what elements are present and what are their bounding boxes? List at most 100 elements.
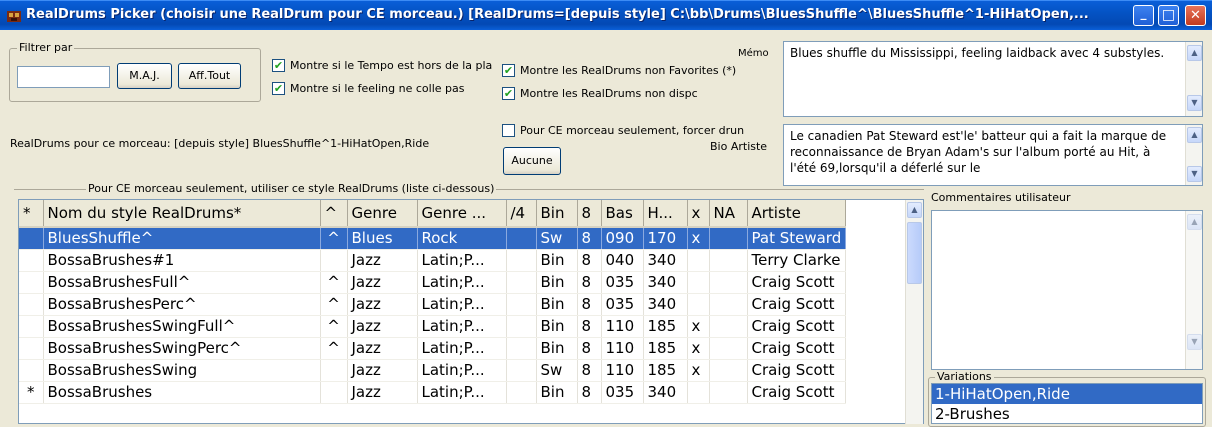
bio-scroll-up-icon[interactable]: ▲ [1187,127,1202,143]
grid-scroll-up-icon[interactable]: ▲ [907,202,922,218]
non-dispo-checkbox[interactable]: ✔ [502,87,515,100]
table-row[interactable]: BossaBrushes#1 Jazz Latin;P... Bin 8 040 340 Te… [19,249,847,272]
grid-col-genre-cell: Jazz [347,249,418,272]
grid-col-x-header[interactable]: x [687,200,710,228]
grid-body: BluesShuffle^ ^ Blues Rock Sw 8 090 170 x Pat Ste… [19,227,847,404]
table-row[interactable]: BossaBrushesSwingPerc^ ^ Jazz Latin;P... Bin… [19,337,847,360]
grid-col-low-header[interactable]: Bas [601,200,644,228]
grid-col-genre-header[interactable]: Genre [347,200,418,228]
memo-textarea[interactable]: Blues shuffle du Mississippi, feeling la… [783,41,1203,117]
grid-scroll-thumb[interactable] [907,222,922,284]
realdrums-grid[interactable]: * Nom du style RealDrums* ^ Genre Genre ... /… [18,199,924,424]
grid-col-eighth-cell: 8 [577,381,602,404]
bio-text: Le canadien Pat Steward est'le' batteur … [790,129,1167,175]
grid-col-high-header[interactable]: H... [643,200,688,228]
title-bar[interactable]: RealDrums Picker (choisir une RealDrum p… [0,0,1212,30]
grid-col-name-header[interactable]: Nom du style RealDrums* [43,200,321,228]
grid-col-genre2-cell: Latin;P... [417,249,507,272]
grid-col-caret-header[interactable]: ^ [320,200,348,228]
grid-header-row: * Nom du style RealDrums* ^ Genre Genre ... /… [19,200,847,228]
bio-scrollbar[interactable]: ▲ ▼ [1185,125,1202,185]
tempo-checkbox[interactable]: ✔ [272,59,285,72]
grid-col-low-cell: 035 [601,381,644,404]
comments-scroll-down-icon[interactable]: ▼ [1187,334,1202,350]
none-button[interactable]: Aucune [503,147,561,175]
grid-col-x-cell [687,381,710,404]
grid-col-low-cell: 110 [601,337,644,360]
grid-col-quarter-cell [506,227,537,250]
grid-col-low-cell: 035 [601,293,644,316]
grid-col-bin-cell: Bin [536,293,578,316]
grid-col-eighth-header[interactable]: 8 [577,200,602,228]
comments-scrollbar[interactable]: ▲ ▼ [1185,211,1202,369]
comments-scroll-up-icon[interactable]: ▲ [1187,214,1202,230]
force-drum-checkbox[interactable] [502,124,515,137]
grid-col-na-cell [709,249,748,272]
grid-col-na-cell [709,293,748,316]
grid-col-bin-header[interactable]: Bin [536,200,578,228]
maximize-button[interactable]: □ [1158,5,1179,26]
update-button[interactable]: M.A.J. [117,63,172,89]
grid-col-x-cell [687,293,710,316]
bio-textarea[interactable]: Le canadien Pat Steward est'le' batteur … [783,124,1203,186]
memo-text: Blues shuffle du Mississippi, feeling la… [790,46,1165,60]
table-row[interactable]: BossaBrushesSwingFull^ ^ Jazz Latin;P... Bin… [19,315,847,338]
grid-col-na-header[interactable]: NA [709,200,748,228]
grid-col-genre-cell: Jazz [347,271,418,294]
non-favorite-checkbox[interactable]: ✔ [502,64,515,77]
filter-input[interactable] [17,66,110,88]
tempo-checkbox-label: Montre si le Tempo est hors de la pla [290,59,493,72]
feeling-checkbox-label: Montre si le feeling ne colle pas [290,82,465,95]
table-row[interactable]: BossaBrushesPerc^ ^ Jazz Latin;P... Bin 8 035 3… [19,293,847,316]
grid-col-fav-cell [19,359,44,382]
grid-col-caret-cell: ^ [320,337,348,360]
grid-col-na-cell [709,337,748,360]
grid-scrollbar[interactable]: ▲ [905,200,923,424]
grid-col-name-cell: BossaBrushesPerc^ [43,293,321,316]
grid-col-eighth-cell: 8 [577,359,602,382]
grid-col-caret-cell [320,249,348,272]
table-row[interactable]: * BossaBrushes Jazz Latin;P... Bin 8 035 340 Cra… [19,381,847,404]
variation-item[interactable]: 2-Brushes [932,404,1202,423]
grid-col-high-cell: 185 [643,359,688,382]
grid-col-eighth-cell: 8 [577,227,602,250]
grid-col-fav-header[interactable]: * [19,200,44,228]
table-row[interactable]: BluesShuffle^ ^ Blues Rock Sw 8 090 170 x Pat Ste… [19,227,847,250]
current-realdrums-label: RealDrums pour ce morceau: [depuis style… [10,137,430,150]
variations-list[interactable]: 1-HiHatOpen,Ride 2-Brushes [931,383,1203,424]
grid-col-na-cell [709,271,748,294]
grid-col-high-cell: 185 [643,315,688,338]
memo-scrollbar[interactable]: ▲ ▼ [1185,42,1202,116]
grid-col-artist-cell: Craig Scott [747,271,847,294]
grid-col-genre-cell: Jazz [347,359,418,382]
feeling-checkbox[interactable]: ✔ [272,82,285,95]
grid-col-quarter-header[interactable]: /4 [506,200,537,228]
table-row[interactable]: BossaBrushesSwing Jazz Latin;P... Sw 8 110 185… [19,359,847,382]
show-all-button[interactable]: Aff.Tout [178,63,241,89]
grid-col-na-cell [709,381,748,404]
close-button[interactable]: ✕ [1185,5,1206,26]
grid-col-name-cell: BossaBrushesSwingFull^ [43,315,321,338]
grid-col-fav-cell [19,337,44,360]
comments-textarea[interactable] [931,210,1203,370]
memo-scroll-down-icon[interactable]: ▼ [1187,95,1202,111]
grid-col-genre2-cell: Latin;P... [417,315,507,338]
grid-col-artist-header[interactable]: Artiste [747,200,847,228]
grid-col-low-cell: 040 [601,249,644,272]
grid-col-fav-cell [19,227,44,250]
grid-col-na-cell [709,315,748,338]
grid-col-bin-cell: Sw [536,359,578,382]
table-row[interactable]: BossaBrushesFull^ ^ Jazz Latin;P... Bin 8 035 3… [19,271,847,294]
grid-col-caret-cell [320,381,348,404]
memo-scroll-up-icon[interactable]: ▲ [1187,45,1202,61]
grid-col-genre2-header[interactable]: Genre ... [417,200,507,228]
grid-col-x-cell: x [687,337,710,360]
grid-col-fav-cell: * [19,381,44,404]
variation-item[interactable]: 1-HiHatOpen,Ride [932,384,1202,404]
grid-col-high-cell: 340 [643,293,688,316]
bio-scroll-down-icon[interactable]: ▼ [1187,166,1202,182]
grid-col-bin-cell: Bin [536,249,578,272]
minimize-button[interactable]: _ [1133,5,1154,26]
grid-col-low-cell: 035 [601,271,644,294]
grid-col-bin-cell: Bin [536,381,578,404]
